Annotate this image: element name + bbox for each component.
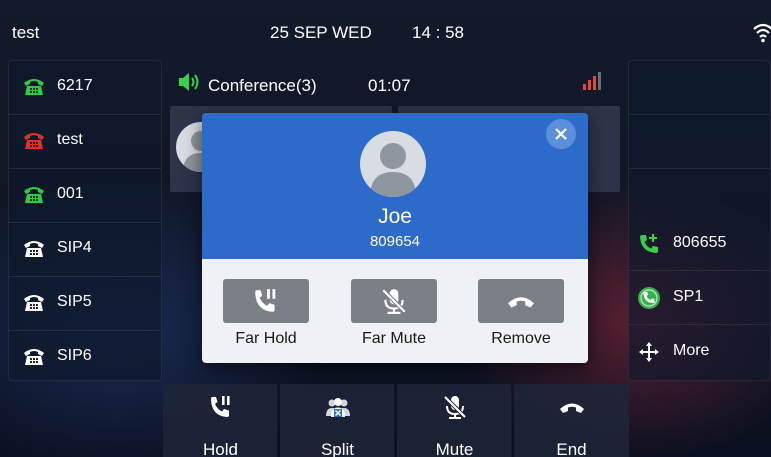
right-slot-empty — [629, 115, 770, 169]
call-add-icon — [640, 234, 658, 253]
line-key-label: test — [57, 131, 83, 148]
phone-icon — [24, 133, 44, 149]
mute-icon — [381, 288, 407, 314]
line-key-label: SIP6 — [57, 347, 92, 364]
line-key-6217[interactable]: 6217 — [9, 61, 161, 115]
line-key-sip6[interactable]: SIP6 — [9, 331, 161, 380]
hold-icon — [255, 289, 276, 312]
line-key-label: 6217 — [57, 77, 93, 94]
more-label: More — [673, 342, 710, 359]
softkey-label: Split — [320, 440, 355, 457]
line-key-001[interactable]: 001 — [9, 169, 161, 223]
sp-icon — [638, 287, 660, 309]
conference-title: Conference(3) — [208, 76, 317, 95]
sp1-label: SP1 — [673, 288, 704, 305]
close-button[interactable] — [546, 119, 576, 149]
wifi-icon — [753, 23, 771, 43]
line-key-label: 001 — [57, 185, 84, 202]
remove-button[interactable] — [478, 279, 564, 323]
end-call-button[interactable]: End — [514, 384, 629, 457]
contact-name: Joe — [378, 205, 412, 228]
far-hold-action: Far Hold — [202, 279, 322, 349]
right-slot-empty — [629, 61, 770, 115]
call-timer: 01:07 — [368, 76, 411, 95]
dialog-header: Joe 809654 — [202, 113, 588, 259]
move-icon — [639, 342, 659, 362]
date-display: 25 SEP WED — [270, 23, 372, 42]
close-icon — [555, 128, 567, 140]
more-button[interactable]: More — [629, 325, 770, 379]
phone-screen: test 25 SEP WED 14 : 58 6217 test 001 SI… — [0, 0, 771, 457]
hangup-icon — [560, 403, 584, 413]
phone-icon — [24, 79, 44, 95]
hold-icon — [211, 396, 230, 417]
line-key-label: SIP4 — [57, 239, 92, 256]
contact-number: 809654 — [369, 233, 421, 250]
avatar — [360, 131, 426, 197]
mute-icon — [443, 395, 467, 419]
account-name: test — [12, 23, 40, 42]
softkey-label: Hold — [203, 440, 238, 457]
far-mute-action: Far Mute — [330, 279, 450, 349]
time-display: 14 : 58 — [412, 23, 464, 42]
far-hold-button[interactable] — [223, 279, 309, 323]
speakerphone-icon — [179, 73, 199, 91]
status-bar: test 25 SEP WED 14 : 58 — [0, 0, 771, 60]
softkey-bar: Hold Split Mute End — [163, 384, 629, 457]
softkey-label: Mute — [435, 440, 474, 457]
hangup-icon — [508, 297, 534, 308]
line-key-sip5[interactable]: SIP5 — [9, 277, 161, 331]
signal-icon — [583, 72, 601, 90]
softkey-label: End — [556, 440, 587, 457]
line-key-test[interactable]: test — [9, 115, 161, 169]
phone-icon — [24, 349, 44, 365]
remove-label: Remove — [491, 330, 551, 347]
far-mute-button[interactable] — [351, 279, 437, 323]
sp1-key[interactable]: SP1 — [629, 271, 770, 325]
remove-action: Remove — [457, 279, 577, 349]
phone-icon — [24, 187, 44, 203]
split-icon — [326, 398, 350, 417]
mute-button[interactable]: Mute — [397, 384, 512, 457]
line-key-label: SIP5 — [57, 293, 92, 310]
phone-icon — [24, 295, 44, 311]
conference-header: Conference(3) 01:07 — [170, 62, 620, 102]
split-button[interactable]: Split — [280, 384, 395, 457]
member-action-dialog: Joe 809654 Far Hold Far Mute Remove — [202, 113, 588, 363]
line-key-sip4[interactable]: SIP4 — [9, 223, 161, 277]
line-keys-panel: 6217 test 001 SIP4 SIP5 SIP6 — [8, 60, 162, 381]
call-number: 806655 — [673, 234, 727, 251]
far-mute-label: Far Mute — [361, 330, 426, 347]
hold-button[interactable]: Hold — [163, 384, 278, 457]
phone-icon — [24, 241, 44, 257]
right-panel: 806655 SP1 More — [628, 60, 771, 381]
call-entry-806655[interactable]: 806655 — [629, 217, 770, 271]
far-hold-label: Far Hold — [235, 330, 297, 347]
